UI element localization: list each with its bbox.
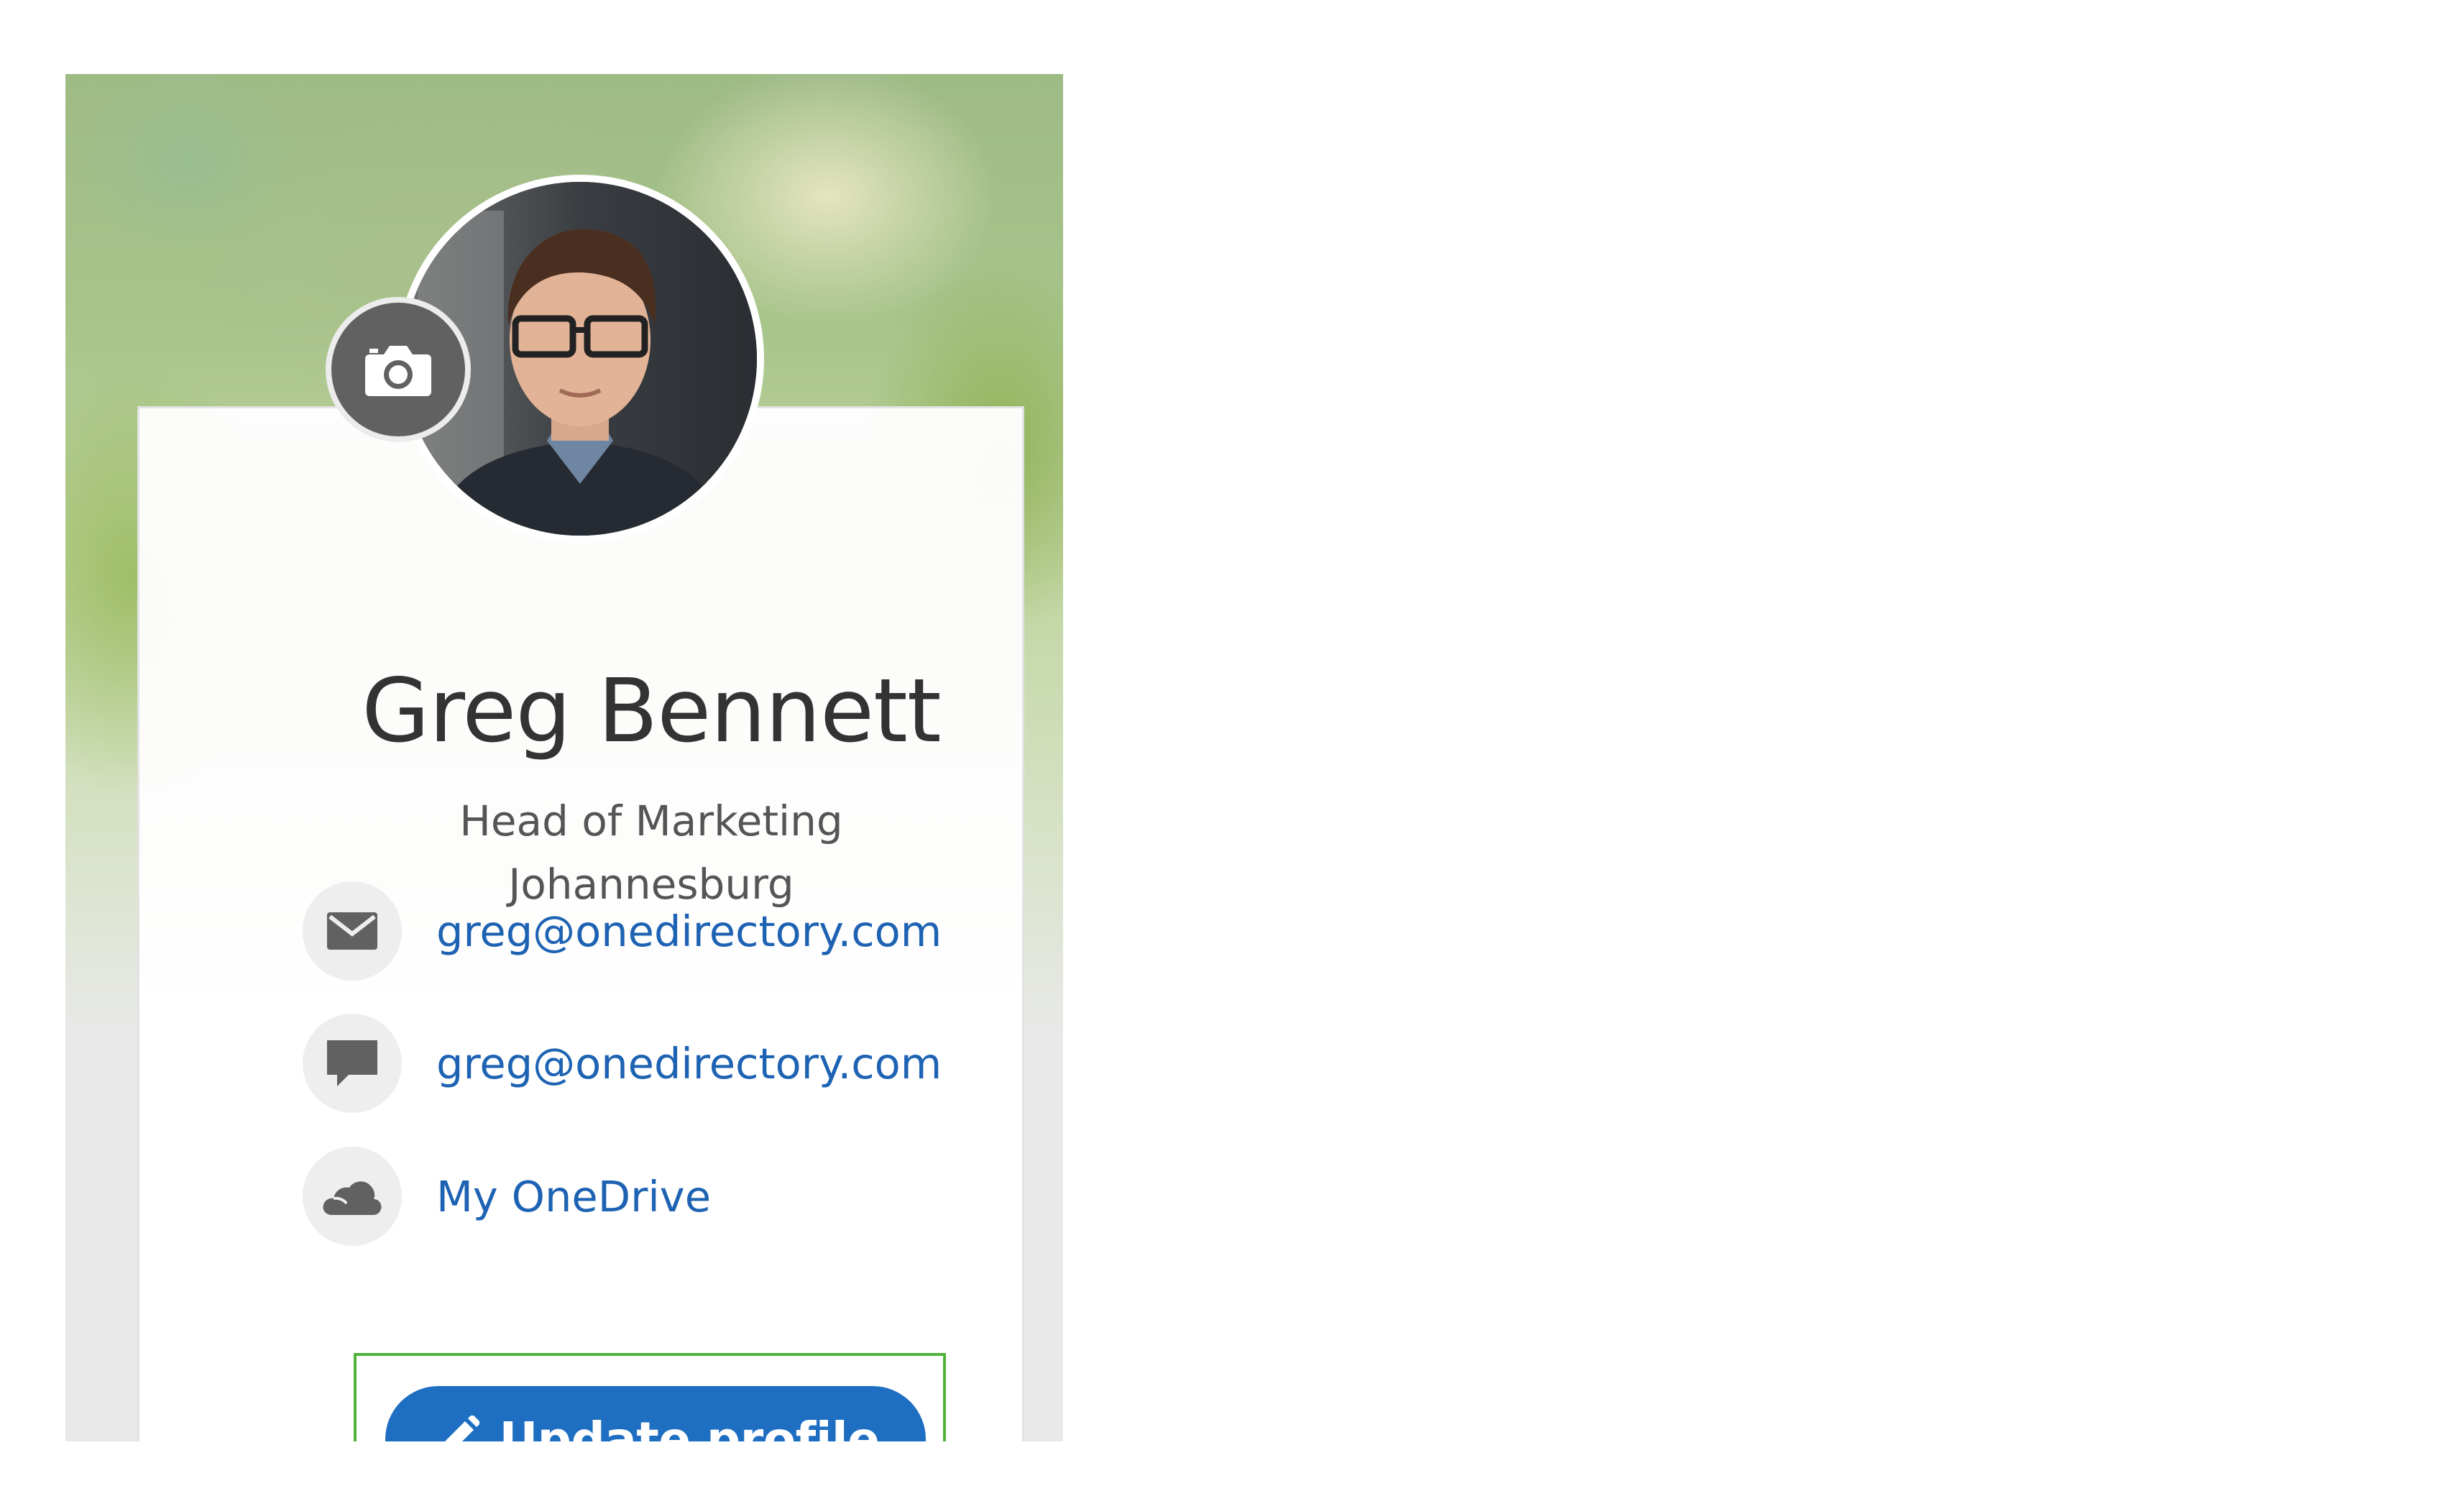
onedrive-link[interactable]: My OneDrive — [303, 1146, 711, 1247]
email-text[interactable]: greg@onedirectory.com — [436, 907, 942, 956]
update-profile-label: Update profile — [499, 1411, 880, 1442]
email-link[interactable]: greg@onedirectory.com — [303, 881, 942, 981]
change-photo-button[interactable] — [326, 297, 471, 442]
chat-icon-badge — [303, 1014, 402, 1113]
cloud-icon — [323, 1181, 382, 1215]
mail-icon-badge — [303, 881, 402, 981]
pencil-icon — [444, 1416, 479, 1441]
update-profile-button[interactable]: Update profile — [385, 1386, 926, 1441]
chat-text[interactable]: greg@onedirectory.com — [436, 1039, 942, 1088]
profile-panel: Greg Bennett Head of Marketing Johannesb… — [65, 74, 1063, 1441]
chat-link[interactable]: greg@onedirectory.com — [303, 1013, 942, 1114]
person-name: Greg Bennett — [362, 660, 941, 762]
job-title: Head of Marketing — [459, 797, 843, 845]
onedrive-text[interactable]: My OneDrive — [436, 1172, 711, 1221]
camera-icon — [365, 346, 431, 396]
mail-icon — [327, 912, 377, 950]
chat-icon — [327, 1040, 377, 1086]
cloud-icon-badge — [303, 1147, 402, 1246]
update-profile-highlight: Update profile — [354, 1353, 946, 1441]
